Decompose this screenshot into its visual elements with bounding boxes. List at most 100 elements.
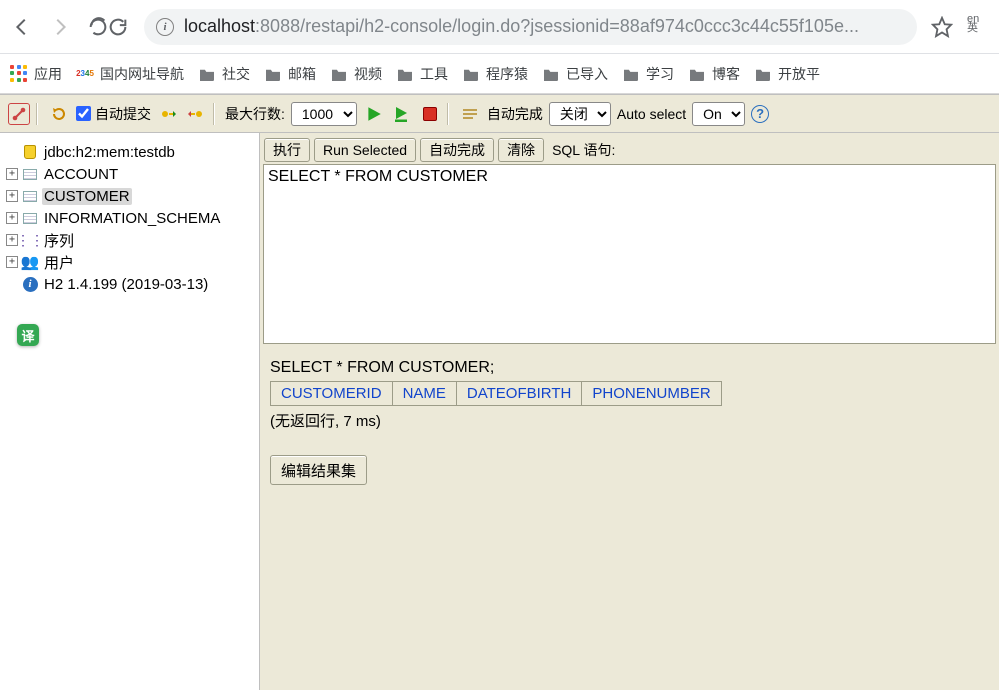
rollback-icon[interactable] [185, 103, 207, 125]
folder-icon [462, 67, 480, 81]
apps-icon [10, 65, 28, 83]
browser-chrome: i localhost:8088/restapi/h2-console/logi… [0, 0, 999, 54]
sql-textarea[interactable] [263, 164, 996, 344]
h2-console: 自动提交 最大行数: 1000 自动完成 关闭 Auto select On [0, 94, 999, 690]
expand-icon[interactable]: + [6, 168, 18, 180]
bookmark-label: 已导入 [566, 64, 608, 84]
autocomplete-select[interactable]: 关闭 [549, 102, 611, 126]
h2-toolbar: 自动提交 最大行数: 1000 自动完成 关闭 Auto select On [0, 95, 999, 133]
tree-item-label: CUSTOMER [42, 188, 132, 205]
column-header[interactable]: CUSTOMERID [271, 382, 393, 406]
bookmark-item[interactable]: 2345国内网址导航 [76, 64, 184, 84]
table-icon [22, 188, 38, 204]
folder-icon [198, 67, 216, 81]
autocommit-label: 自动提交 [95, 104, 151, 124]
tree-item[interactable]: + INFORMATION_SCHEMA [6, 207, 253, 229]
folder-icon [396, 67, 414, 81]
bookmark-label: 程序猿 [486, 64, 528, 84]
bookmark-item[interactable]: 邮箱 [264, 64, 316, 84]
history-icon[interactable] [459, 103, 481, 125]
maxrows-label: 最大行数: [225, 104, 285, 124]
bookmark-item[interactable]: 博客 [688, 64, 740, 84]
autoselect-label: Auto select [617, 106, 686, 122]
bookmark-item[interactable]: 学习 [622, 64, 674, 84]
column-header[interactable]: NAME [392, 382, 456, 406]
table-icon [22, 210, 38, 226]
forward-button [48, 15, 72, 39]
bookmark-label: 学习 [646, 64, 674, 84]
help-icon[interactable]: ? [751, 105, 769, 123]
translate-extension-icon[interactable]: en英 [967, 16, 989, 38]
refresh-icon[interactable] [48, 103, 70, 125]
expand-icon[interactable]: + [6, 256, 18, 268]
folder-icon [688, 67, 706, 81]
database-icon [24, 145, 36, 159]
folder-icon [542, 67, 560, 81]
sql-statement-label: SQL 语句: [552, 140, 615, 160]
run-selected-icon[interactable] [391, 103, 413, 125]
bookmark-item[interactable]: 视频 [330, 64, 382, 84]
column-header[interactable]: PHONENUMBER [582, 382, 721, 406]
site-icon: 2345 [76, 67, 94, 81]
tree-db[interactable]: jdbc:h2:mem:testdb [6, 141, 253, 163]
bookmark-item[interactable]: 应用 [10, 64, 62, 84]
tree-panel: jdbc:h2:mem:testdb + ACCOUNT + CUSTOMER + INF… [0, 133, 260, 690]
column-header[interactable]: DATEOFBIRTH [456, 382, 581, 406]
bookmark-item[interactable]: 开放平 [754, 64, 820, 84]
folder-icon [622, 67, 640, 81]
bookmark-star-icon[interactable] [931, 16, 953, 38]
disconnect-icon[interactable] [8, 103, 30, 125]
tree-item-label: ACCOUNT [42, 166, 120, 183]
bookmarks-bar: 应用 2345国内网址导航 社交邮箱 视频 工具 程序猿 已导入 学习 博客开放平 [0, 54, 999, 94]
commit-icon[interactable] [157, 103, 179, 125]
run-selected-button[interactable]: Run Selected [314, 138, 416, 162]
right-panel: 执行 Run Selected 自动完成 清除 SQL 语句: SELECT *… [260, 133, 999, 690]
info-icon: i [23, 277, 38, 292]
site-info-icon[interactable]: i [156, 18, 174, 36]
edit-resultset-button[interactable]: 编辑结果集 [270, 455, 367, 485]
run-icon[interactable] [363, 103, 385, 125]
tree-item[interactable]: + ACCOUNT [6, 163, 253, 185]
bookmark-item[interactable]: 已导入 [542, 64, 608, 84]
reload-button[interactable] [106, 15, 130, 39]
users-icon: 👥 [22, 254, 38, 270]
tree-item[interactable]: +⋮⋮序列 [6, 229, 253, 251]
tree-version: i H2 1.4.199 (2019-03-13) [6, 273, 253, 295]
autoselect-select[interactable]: On [692, 102, 745, 126]
folder-icon [754, 67, 772, 81]
tree-item[interactable]: + CUSTOMER [6, 185, 253, 207]
result-table: CUSTOMERIDNAMEDATEOFBIRTHPHONENUMBER [270, 381, 722, 406]
tree-item[interactable]: + 👥用户 [6, 251, 253, 273]
autocommit-checkbox[interactable] [76, 106, 91, 121]
tree-item-label: 用户 [42, 252, 76, 273]
folder-icon [330, 67, 348, 81]
clear-button[interactable]: 清除 [498, 138, 544, 162]
tree-item-label: 序列 [42, 230, 76, 251]
bookmark-item[interactable]: 程序猿 [462, 64, 528, 84]
tree-db-label: jdbc:h2:mem:testdb [42, 144, 177, 161]
translate-badge[interactable]: 译 [17, 324, 39, 346]
result-message: (无返回行, 7 ms) [270, 410, 989, 431]
bookmark-item[interactable]: 社交 [198, 64, 250, 84]
table-icon [22, 166, 38, 182]
expand-icon[interactable]: + [6, 212, 18, 224]
folder-icon [264, 67, 282, 81]
autocommit-toggle[interactable]: 自动提交 [76, 104, 151, 124]
run-button[interactable]: 执行 [264, 138, 310, 162]
bookmark-label: 社交 [222, 64, 250, 84]
back-button[interactable] [10, 15, 34, 39]
autocomplete-button[interactable]: 自动完成 [420, 138, 494, 162]
bookmark-label: 博客 [712, 64, 740, 84]
tree-item-label: INFORMATION_SCHEMA [42, 210, 222, 227]
stop-icon[interactable] [419, 103, 441, 125]
result-area: SELECT * FROM CUSTOMER; CUSTOMERIDNAMEDA… [260, 345, 999, 690]
url-bar[interactable]: i localhost:8088/restapi/h2-console/logi… [144, 9, 917, 45]
maxrows-select[interactable]: 1000 [291, 102, 357, 126]
sequence-icon: ⋮⋮ [22, 232, 38, 248]
bookmark-label: 工具 [420, 64, 448, 84]
bookmark-label: 视频 [354, 64, 382, 84]
result-echo-sql: SELECT * FROM CUSTOMER; [270, 359, 989, 377]
url-text: localhost:8088/restapi/h2-console/login.… [184, 16, 859, 37]
bookmark-item[interactable]: 工具 [396, 64, 448, 84]
expand-icon[interactable]: + [6, 190, 18, 202]
